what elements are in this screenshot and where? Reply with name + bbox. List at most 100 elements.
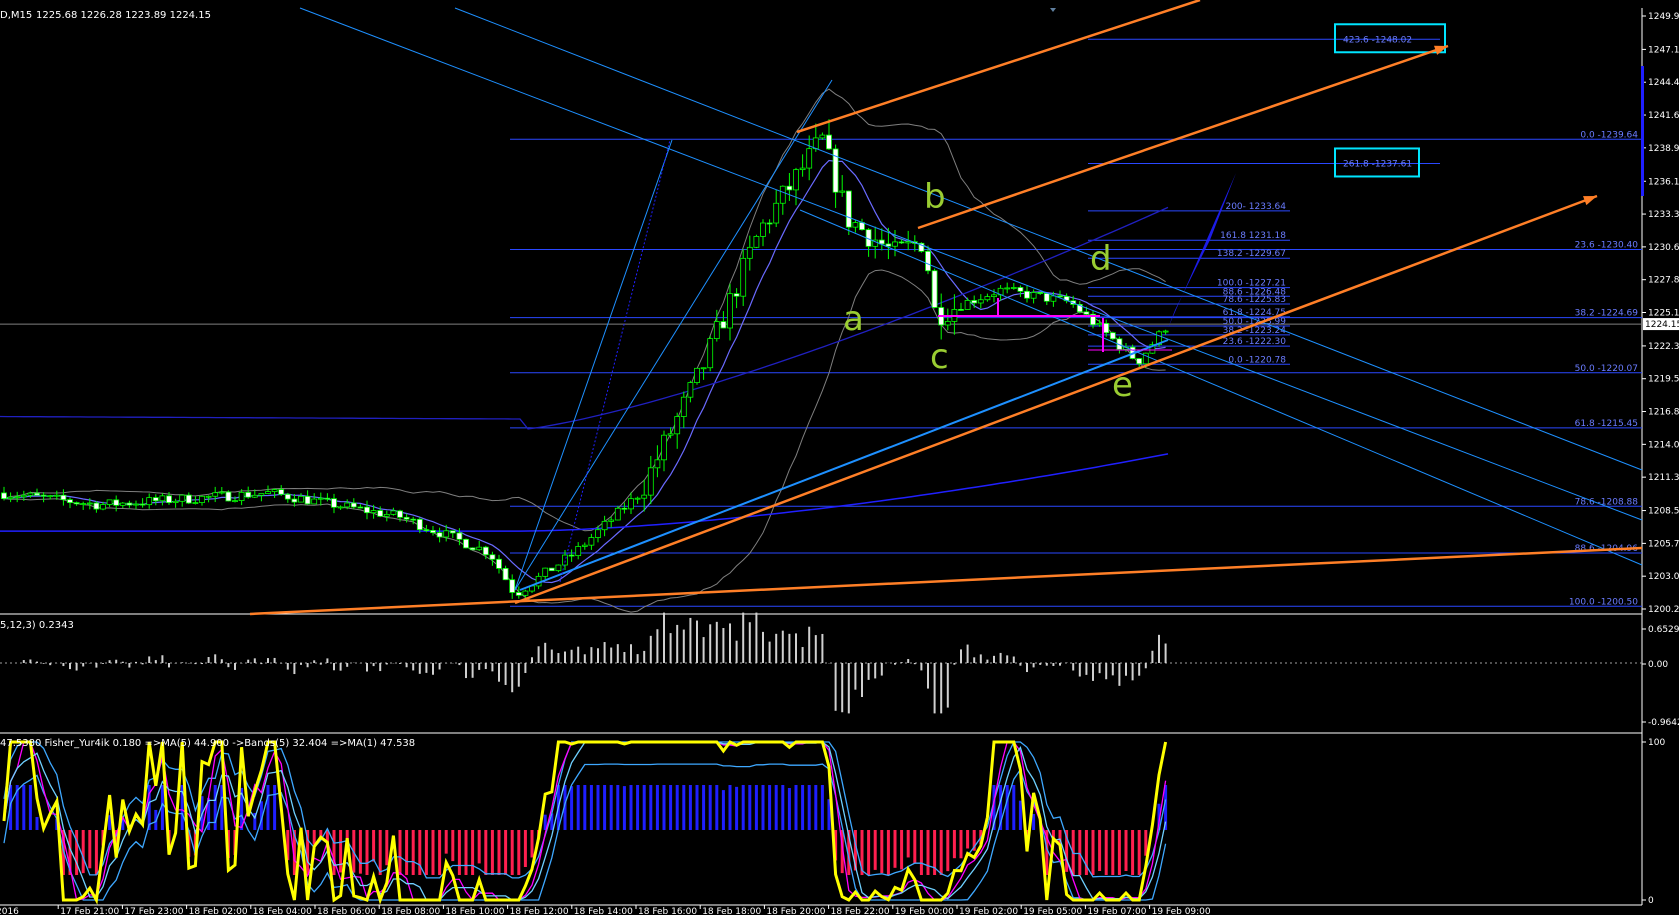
price-tick-label: 1241.67 — [1648, 111, 1679, 121]
time-tick-label: 18 Feb 08:00 — [381, 907, 440, 915]
candle-body — [826, 134, 832, 150]
price-tick-label: 1230.62 — [1648, 243, 1679, 253]
ind2-tick-label: 100 — [1648, 738, 1665, 748]
price-tick-label: 1222.32 — [1648, 342, 1679, 352]
candle-body — [760, 222, 766, 237]
candle-body — [291, 498, 298, 503]
candle-body — [984, 296, 991, 301]
time-tick-label: 18 Feb 12:00 — [510, 907, 569, 915]
candle-body — [931, 270, 938, 308]
price-tick-label: 1211.32 — [1648, 473, 1679, 483]
time-tick-label: 2016 — [0, 907, 19, 915]
candle-body — [727, 293, 733, 329]
axis-highlight-bar — [1641, 66, 1644, 196]
candle-body — [47, 495, 54, 498]
time-tick-label: 18 Feb 04:00 — [253, 907, 312, 915]
candle-body — [159, 495, 166, 502]
candle-body — [185, 494, 192, 504]
candle-body — [694, 367, 700, 383]
candle-body — [1083, 311, 1090, 315]
candle-body — [251, 494, 258, 498]
candle-body — [106, 499, 113, 505]
candle-body — [766, 222, 773, 225]
fib-retracement-label: 100.0 -1200.50 — [1569, 597, 1638, 607]
candle-body — [522, 590, 529, 596]
candle-body — [93, 502, 100, 510]
indicator1-label: 5,12,3) 0.2343 — [0, 620, 74, 631]
time-tick-label: 17 Feb 23:00 — [124, 907, 183, 915]
candle-body — [278, 489, 285, 495]
ind1-tick-label: -0.9642 — [1648, 718, 1679, 728]
ind1-tick-label: 0.6529 — [1648, 625, 1679, 635]
candle-body — [205, 495, 212, 498]
candle-body — [27, 492, 34, 496]
price-tick-label: 1214.07 — [1648, 440, 1679, 450]
candle-body — [67, 499, 73, 503]
candle-body — [482, 546, 489, 556]
candle-body — [245, 491, 252, 498]
candle-body — [383, 513, 390, 517]
candle-body — [779, 185, 786, 204]
candle-body — [146, 497, 153, 506]
candle-body — [212, 492, 219, 497]
candle-body — [1096, 322, 1103, 326]
candle-body — [1004, 287, 1011, 290]
candle-body — [1030, 292, 1037, 299]
candle-body — [364, 506, 370, 514]
candle-body — [304, 495, 311, 505]
candle-body — [588, 537, 595, 546]
symbol-label: D,M15 — [0, 10, 32, 21]
candle-body — [575, 546, 582, 556]
candle-body — [1, 492, 7, 500]
candle-body — [713, 321, 720, 340]
candle-body — [337, 506, 344, 509]
candle-body — [397, 510, 403, 518]
time-tick-label: 19 Feb 09:00 — [1152, 907, 1211, 915]
wave-label-a: a — [843, 299, 864, 339]
candle-body — [53, 494, 60, 497]
candle-body — [509, 579, 516, 593]
candle-body — [423, 529, 430, 532]
candle-body — [1010, 287, 1017, 289]
candle-body — [733, 293, 740, 297]
wave-label-d: d — [1090, 239, 1112, 279]
candle-body — [845, 190, 852, 228]
candle-body — [152, 497, 159, 502]
fib-retracement-label: 23.6 -1230.40 — [1575, 241, 1639, 251]
candle-body — [139, 503, 146, 506]
candle-body — [449, 530, 456, 534]
time-tick-label: 19 Feb 02:00 — [959, 907, 1018, 915]
candle-body — [958, 309, 964, 311]
fib-retracement-label: 0.0 -1239.64 — [1580, 130, 1638, 140]
candle-body — [344, 502, 351, 508]
price-tick-label: 1233.37 — [1648, 210, 1679, 220]
time-tick-label: 19 Feb 00:00 — [895, 907, 954, 915]
candle-body — [1109, 332, 1116, 340]
candle-body — [271, 489, 278, 493]
candle-body — [799, 167, 806, 171]
ind1-tick-label: 0.00 — [1648, 660, 1668, 670]
time-tick-label: 18 Feb 16:00 — [638, 907, 697, 915]
candle-body — [812, 137, 819, 150]
candle-body — [476, 546, 483, 551]
candle-body — [977, 299, 984, 304]
fib-projection-label: 138.2 -1229.67 — [1217, 249, 1286, 259]
fib-projection-label: 200- 1233.64 — [1225, 202, 1286, 212]
price-tick-label: 1203.02 — [1648, 572, 1679, 582]
candle-body — [687, 382, 694, 398]
candle-body — [456, 532, 463, 540]
candle-body — [416, 518, 423, 531]
candle-body — [133, 503, 139, 506]
candle-body — [73, 502, 80, 505]
candle-body — [179, 494, 186, 502]
candle-body — [430, 529, 436, 534]
candle-body — [126, 502, 133, 506]
candle-body — [20, 494, 27, 498]
candle-body — [634, 497, 641, 500]
candle-body — [192, 502, 199, 504]
candle-body — [265, 491, 271, 495]
candle-body — [740, 257, 747, 297]
candle-body — [113, 499, 120, 506]
price-tick-label: 1216.82 — [1648, 408, 1679, 418]
price-tick-label: 1219.57 — [1648, 375, 1679, 385]
